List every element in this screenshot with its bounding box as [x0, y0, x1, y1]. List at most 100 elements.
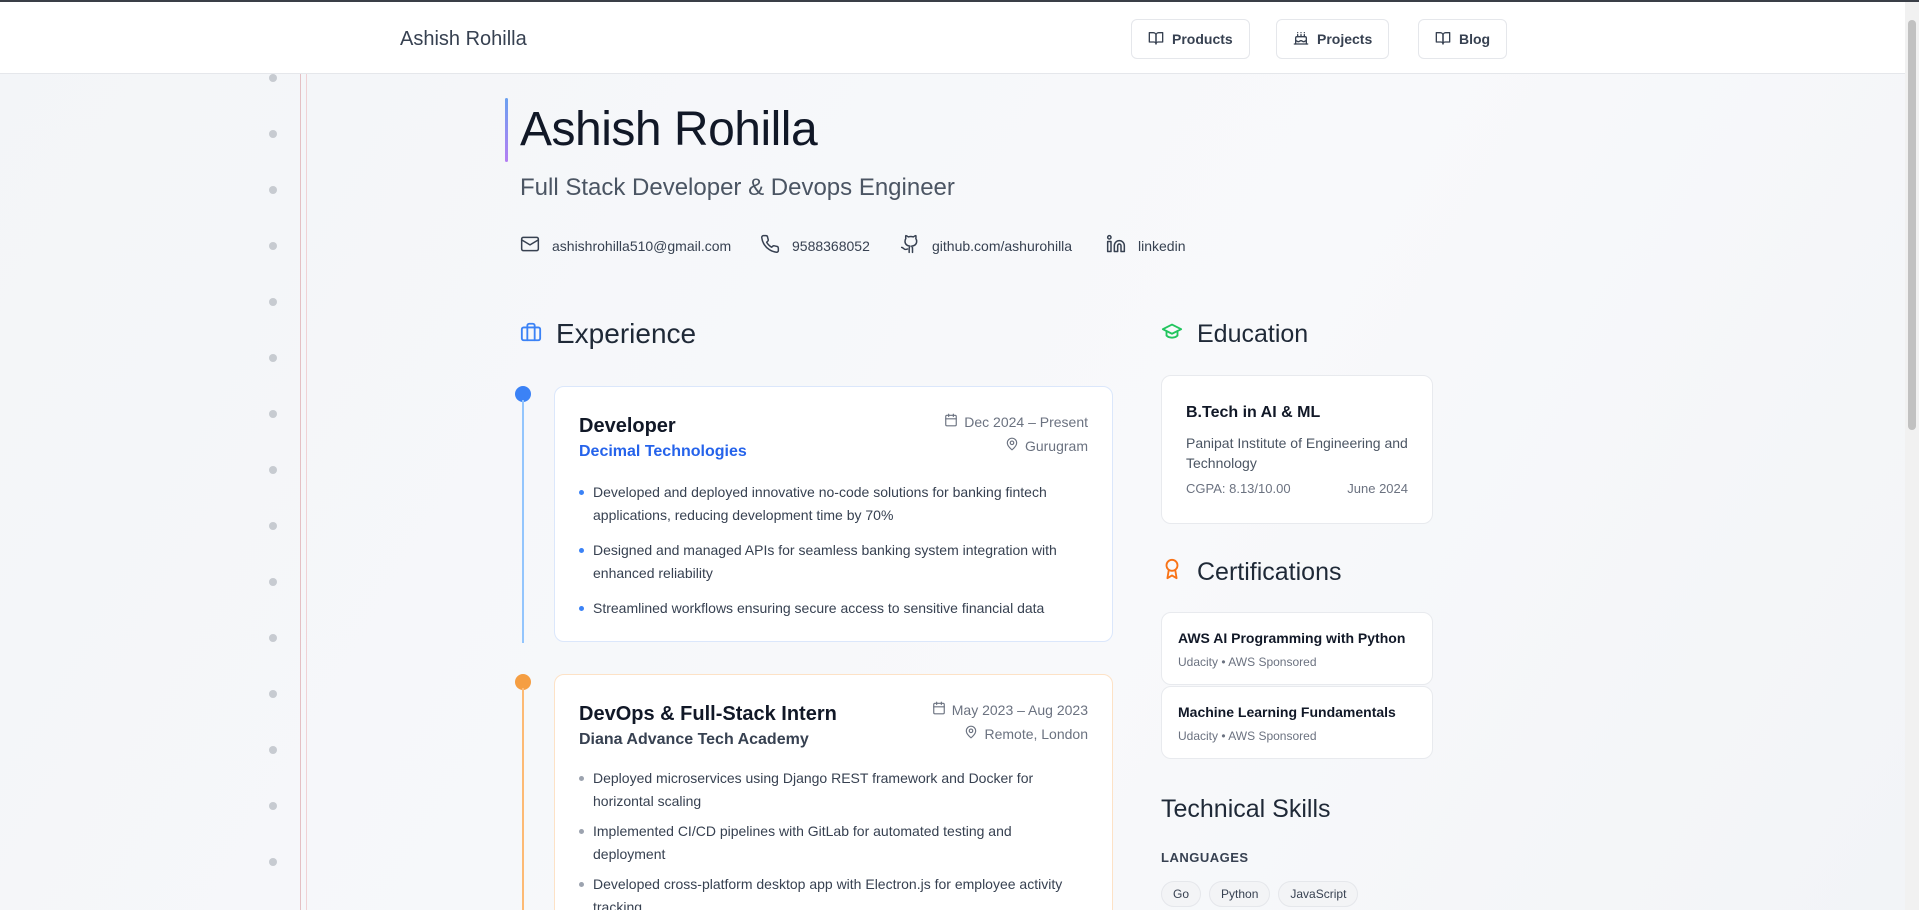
cake-icon	[1293, 30, 1309, 49]
timeline-line	[522, 400, 524, 643]
bullet-item: Implemented CI/CD pipelines with GitLab …	[579, 820, 1079, 866]
experience-heading: Experience	[520, 318, 696, 350]
nav-blog-label: Blog	[1459, 31, 1491, 47]
certification-name: Machine Learning Fundamentals	[1178, 704, 1396, 720]
certification-card: AWS AI Programming with Python Udacity •…	[1161, 612, 1433, 685]
experience-company[interactable]: Diana Advance Tech Academy	[579, 731, 809, 749]
contact-github[interactable]: github.com/ashurohilla	[900, 234, 1072, 257]
experience-dates-text: Dec 2024 – Present	[964, 413, 1088, 430]
skills-chips: Go Python JavaScript	[1161, 881, 1359, 907]
graduation-cap-icon	[1161, 320, 1183, 349]
skill-chip: Go	[1161, 881, 1202, 907]
experience-role: Developer	[579, 415, 676, 437]
hero-title: Full Stack Developer & Devops Engineer	[520, 174, 955, 201]
contact-linkedin-text: linkedin	[1138, 237, 1186, 254]
rail-dot	[269, 74, 277, 82]
experience-location: Remote, London	[964, 725, 1088, 742]
contact-linkedin[interactable]: linkedin	[1106, 234, 1185, 257]
certifications-heading-text: Certifications	[1197, 558, 1342, 586]
hero-accent-bar	[505, 98, 508, 162]
education-card: B.Tech in AI & ML Panipat Institute of E…	[1161, 375, 1433, 524]
rail-dot	[269, 242, 277, 250]
education-degree: B.Tech in AI & ML	[1186, 404, 1321, 421]
nav-projects-label: Projects	[1317, 31, 1373, 47]
experience-location: Gurugram	[1005, 437, 1088, 454]
rail-dot	[269, 354, 277, 362]
rail-dot	[269, 522, 277, 530]
phone-icon	[760, 234, 780, 257]
certification-org: Udacity • AWS Sponsored	[1178, 729, 1317, 743]
timeline-line	[522, 688, 524, 910]
award-icon	[1161, 558, 1183, 587]
contact-email[interactable]: ashishrohilla510@gmail.com	[520, 234, 731, 257]
calendar-icon	[944, 413, 958, 430]
contact-github-text: github.com/ashurohilla	[932, 237, 1073, 254]
certification-card: Machine Learning Fundamentals Udacity • …	[1161, 686, 1433, 759]
contact-phone-text: 9588368052	[792, 237, 870, 254]
rail-dot	[269, 298, 277, 306]
briefcase-icon	[520, 318, 542, 350]
nav-products-label: Products	[1172, 31, 1233, 47]
contact-phone[interactable]: 9588368052	[760, 234, 870, 257]
experience-card: DevOps & Full-Stack Intern Diana Advance…	[554, 674, 1113, 910]
rail-dot	[269, 130, 277, 138]
education-cgpa: CGPA: 8.13/10.00	[1186, 481, 1291, 496]
book-open-icon	[1148, 30, 1164, 49]
certifications-heading: Certifications	[1161, 558, 1342, 587]
experience-card: Developer Decimal Technologies Dec 2024 …	[554, 386, 1113, 642]
site-header: Ashish Rohilla Products Projects Blog	[0, 2, 1905, 74]
site-brand[interactable]: Ashish Rohilla	[400, 28, 527, 51]
rail-dot	[269, 690, 277, 698]
education-date: June 2024	[1347, 481, 1408, 496]
scrollbar-thumb[interactable]	[1908, 20, 1916, 430]
hero-name: Ashish Rohilla	[520, 103, 818, 156]
github-icon	[900, 234, 920, 257]
experience-bullets: Deployed microservices using Django REST…	[579, 767, 1079, 910]
rail-dot	[269, 466, 277, 474]
skill-chip: Python	[1209, 881, 1271, 907]
nav-blog-button[interactable]: Blog	[1418, 19, 1508, 59]
experience-dates: Dec 2024 – Present	[944, 413, 1088, 430]
margin-line	[300, 74, 301, 910]
skills-heading: Technical Skills	[1161, 795, 1331, 823]
skill-chip: JavaScript	[1278, 881, 1359, 907]
education-heading-text: Education	[1197, 320, 1309, 348]
rail-dot	[269, 186, 277, 194]
bullet-item: Streamlined workflows ensuring secure ac…	[579, 597, 1079, 620]
mail-icon	[520, 234, 540, 257]
page-scrollbar[interactable]	[1905, 2, 1919, 910]
nav-products-button[interactable]: Products	[1131, 19, 1250, 59]
experience-location-text: Remote, London	[984, 725, 1088, 742]
nav-projects-button[interactable]: Projects	[1276, 19, 1390, 59]
page: Ashish Rohilla Products Projects Blog As…	[0, 0, 1919, 910]
certification-org: Udacity • AWS Sponsored	[1178, 655, 1317, 669]
rail-dot	[269, 578, 277, 586]
margin-line	[306, 74, 307, 910]
education-heading: Education	[1161, 320, 1308, 349]
education-school: Panipat Institute of Engineering and Tec…	[1186, 435, 1408, 471]
bullet-item: Developed cross-platform desktop app wit…	[579, 873, 1079, 910]
rail-dot	[269, 746, 277, 754]
calendar-icon	[932, 701, 946, 718]
bullet-item: Deployed microservices using Django REST…	[579, 767, 1079, 813]
rail-dot	[269, 858, 277, 866]
bullet-item: Developed and deployed innovative no-cod…	[579, 481, 1079, 527]
experience-location-text: Gurugram	[1024, 437, 1088, 454]
book-open-icon	[1435, 30, 1451, 49]
experience-heading-text: Experience	[556, 318, 697, 349]
experience-company[interactable]: Decimal Technologies	[579, 443, 747, 461]
rail-dot	[269, 634, 277, 642]
bullet-item: Designed and managed APIs for seamless b…	[579, 539, 1079, 585]
experience-bullets: Developed and deployed innovative no-cod…	[579, 481, 1079, 632]
experience-dates: May 2023 – Aug 2023	[932, 701, 1088, 718]
skills-category: LANGUAGES	[1161, 850, 1249, 865]
experience-dates-text: May 2023 – Aug 2023	[951, 701, 1088, 718]
rail-dot	[269, 410, 277, 418]
map-pin-icon	[964, 725, 978, 742]
map-pin-icon	[1005, 437, 1019, 454]
experience-role: DevOps & Full-Stack Intern	[579, 703, 837, 725]
linkedin-icon	[1106, 234, 1126, 257]
contact-email-text: ashishrohilla510@gmail.com	[552, 237, 732, 254]
rail-dot	[269, 802, 277, 810]
certification-name: AWS AI Programming with Python	[1178, 630, 1406, 646]
